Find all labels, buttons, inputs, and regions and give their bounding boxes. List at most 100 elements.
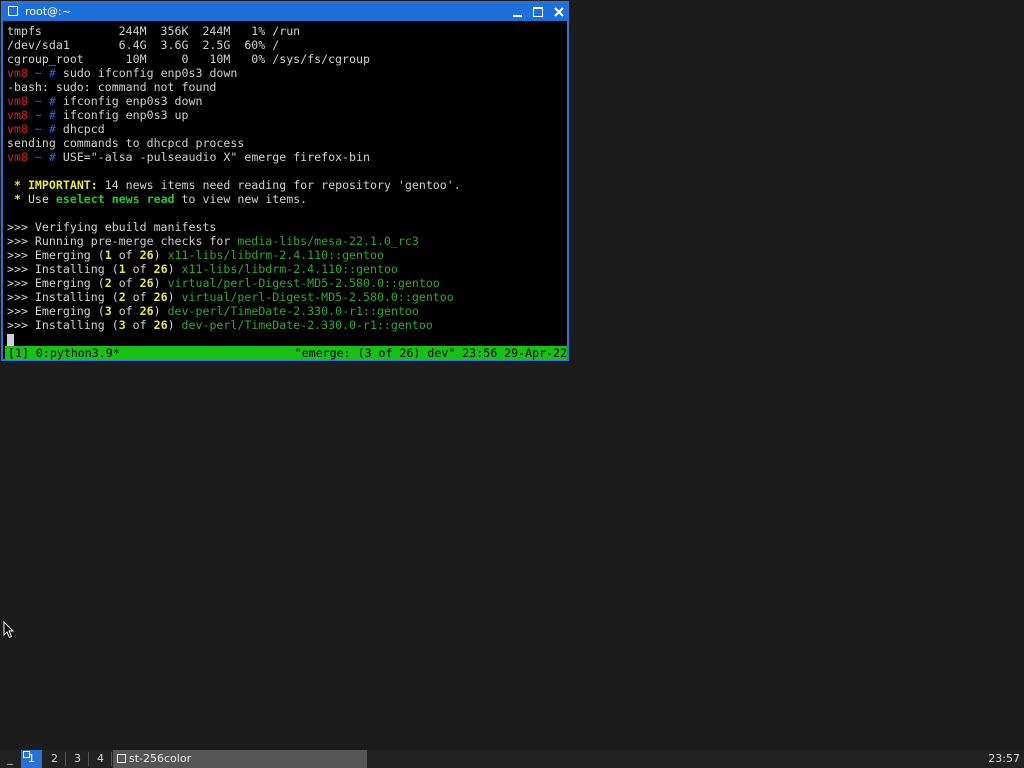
workspace-1-button[interactable]: 1 [21, 750, 42, 768]
terminal-text-segment: media-libs/mesa-22.1.0_rc3 [237, 234, 419, 248]
taskbar-divider [88, 752, 89, 766]
terminal-text-segment: sudo ifconfig enp0s3 down [62, 66, 238, 80]
terminal-text-segment: 26 [153, 318, 168, 332]
terminal-line: >>> Emerging (2 of 26) virtual/perl-Dige… [7, 276, 565, 290]
taskbar-menu-button[interactable]: _ [0, 750, 20, 768]
terminal-text-segment: 2 [118, 290, 126, 304]
terminal-text-segment: >>> Installing ( [7, 290, 119, 304]
terminal-text-segment: ~ # [27, 108, 63, 122]
terminal-text-segment: ) [153, 304, 168, 318]
terminal-text-segment: >>> Running pre-merge checks for [7, 234, 238, 248]
minimize-icon [512, 15, 522, 17]
terminal-window[interactable]: root@:~ tmpfs 244M 356K 244M 1% /run/dev… [1, 1, 569, 361]
terminal-text-segment: ~ # [27, 94, 63, 108]
terminal-text-segment: dev-perl/TimeDate-2.330.0-r1::gentoo [181, 318, 433, 332]
terminal-line: >>> Running pre-merge checks for media-l… [7, 234, 565, 248]
terminal-text-segment: Use [27, 192, 56, 206]
terminal-text-segment: 1 [118, 262, 126, 276]
tmux-status-left: [1] 0:python3.9* [8, 346, 120, 360]
mouse-pointer-icon [3, 621, 15, 639]
maximize-icon [533, 7, 543, 17]
workspace-2-button[interactable]: 2 [44, 750, 65, 768]
taskbar: _ 1 2 3 4 st-256color 23:57 [0, 750, 1024, 768]
terminal-text-segment: eselect news read [55, 192, 175, 206]
terminal-text-segment: 26 [139, 304, 154, 318]
terminal-line: >>> Verifying ebuild manifests [7, 220, 565, 234]
terminal-text-segment: >>> Installing ( [7, 318, 119, 332]
terminal-text-segment: ~ # [27, 150, 63, 164]
terminal-text-segment: ) [167, 262, 182, 276]
terminal-text-segment: vm8 [7, 122, 28, 136]
terminal-line: >>> Emerging (3 of 26) dev-perl/TimeDate… [7, 304, 565, 318]
terminal-line: vm8 ~ # USE="-alsa -pulseaudio X" emerge… [7, 150, 565, 164]
terminal-text-segment: vm8 [7, 150, 28, 164]
terminal-line: -bash: sudo: command not found [7, 80, 565, 94]
taskbar-task-st-256color[interactable]: st-256color [113, 750, 367, 768]
terminal-text-segment: ) [167, 290, 182, 304]
terminal-text-segment: 14 news items need reading for repositor… [97, 178, 461, 192]
terminal-text-segment: ~ # [27, 122, 63, 136]
taskbar-divider [65, 752, 66, 766]
terminal-text-segment: ) [167, 318, 182, 332]
terminal-text-segment: ) [153, 248, 168, 262]
terminal-text-segment: 3 [104, 304, 112, 318]
terminal-output[interactable]: tmpfs 244M 356K 244M 1% /run/dev/sda1 6.… [7, 24, 565, 346]
terminal-line: cgroup_root 10M 0 10M 0% /sys/fs/cgroup [7, 52, 565, 66]
terminal-line: /dev/sda1 6.4G 3.6G 2.5G 60% / [7, 38, 565, 52]
maximize-button[interactable] [530, 4, 546, 20]
terminal-text-segment: x11-libs/libdrm-2.4.110::gentoo [181, 262, 398, 276]
terminal-text-segment: >>> Emerging ( [7, 248, 105, 262]
terminal-text-segment: ifconfig enp0s3 down [62, 94, 203, 108]
terminal-line: tmpfs 244M 356K 244M 1% /run [7, 24, 565, 38]
terminal-text-segment: vm8 [7, 94, 28, 108]
taskbar-task-label: st-256color [129, 752, 192, 765]
terminal-text-segment: of [125, 318, 154, 332]
terminal-text-segment: ~ # [27, 66, 63, 80]
terminal-text-segment: IMPORTANT: [27, 178, 98, 192]
terminal-line: >>> Installing (3 of 26) dev-perl/TimeDa… [7, 318, 565, 332]
terminal-text-segment: of [111, 304, 140, 318]
terminal-line: * IMPORTANT: 14 news items need reading … [7, 178, 565, 192]
terminal-text-segment: -bash: sudo: command not found [7, 80, 217, 94]
terminal-text-segment: dhcpcd [62, 122, 105, 136]
terminal-text-segment: /dev/sda1 6.4G 3.6G 2.5G 60% / [7, 38, 280, 52]
taskbar-clock: 23:57 [988, 752, 1020, 765]
terminal-text-segment: vm8 [7, 108, 28, 122]
workspace-4-button[interactable]: 4 [90, 750, 111, 768]
minimize-button[interactable] [509, 4, 525, 20]
terminal-line: * Use eselect news read to view new item… [7, 192, 565, 206]
terminal-text-segment: virtual/perl-Digest-MD5-2.580.0::gentoo [167, 276, 440, 290]
workspace-3-button[interactable]: 3 [67, 750, 88, 768]
terminal-text-segment: * [7, 192, 28, 206]
terminal-text-segment: >>> Emerging ( [7, 304, 105, 318]
terminal-line: vm8 ~ # sudo ifconfig enp0s3 down [7, 66, 565, 80]
close-button[interactable] [551, 4, 567, 20]
terminal-text-segment: dev-perl/TimeDate-2.330.0-r1::gentoo [167, 304, 419, 318]
terminal-line: vm8 ~ # dhcpcd [7, 122, 565, 136]
terminal-text-segment: >>> Verifying ebuild manifests [7, 220, 217, 234]
terminal-text-segment: of [111, 276, 140, 290]
tmux-status-bar: [1] 0:python3.9* "emerge: (3 of 26) dev"… [5, 346, 567, 360]
terminal-text-segment: 26 [153, 290, 168, 304]
terminal-line: vm8 ~ # ifconfig enp0s3 down [7, 94, 565, 108]
terminal-line: >>> Installing (2 of 26) virtual/perl-Di… [7, 290, 565, 304]
tmux-status-right: "emerge: (3 of 26) dev" 23:56 29-Apr-22 [294, 346, 567, 360]
window-icon[interactable] [8, 6, 18, 16]
terminal-line: sending commands to dhcpcd process [7, 136, 565, 150]
terminal-line: vm8 ~ # ifconfig enp0s3 up [7, 108, 565, 122]
terminal-text-segment: cgroup_root 10M 0 10M 0% /sys/fs/cgroup [7, 52, 370, 66]
terminal-text-segment: x11-libs/libdrm-2.4.110::gentoo [167, 248, 384, 262]
terminal-text-segment: of [111, 248, 140, 262]
terminal-text-segment: 26 [139, 248, 154, 262]
taskbar-divider [111, 752, 112, 766]
window-title: root@:~ [25, 5, 71, 18]
terminal-text-segment: * [7, 178, 28, 192]
terminal-text-segment: of [125, 262, 154, 276]
terminal-text-segment: >>> Emerging ( [7, 276, 105, 290]
terminal-text-segment: 3 [118, 318, 126, 332]
terminal-text-segment: of [125, 290, 154, 304]
window-titlebar[interactable]: root@:~ [3, 3, 567, 21]
terminal-text-segment: USE="-alsa -pulseaudio X" emerge firefox… [62, 150, 370, 164]
